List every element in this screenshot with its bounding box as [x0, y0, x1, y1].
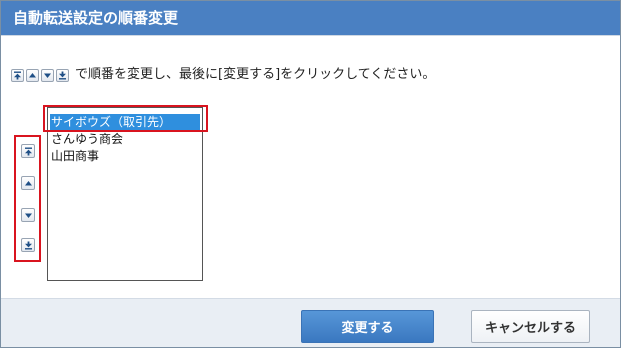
instruction-line: で順番を変更し、最後に[変更する]をクリックしてください。 [11, 66, 435, 84]
move-down-icon [41, 68, 54, 82]
move-to-bottom-icon [24, 241, 32, 249]
reorder-dialog: 自動転送設定の順番変更 で順番を変更し、最後に[変更する]をクリックしてください… [0, 0, 621, 348]
instruction-text: で順番を変更し、最後に[変更する]をクリックしてください。 [75, 67, 436, 82]
move-buttons-group [14, 135, 41, 262]
dialog-body: で順番を変更し、最後に[変更する]をクリックしてください。 サイボウズ（取引先）… [1, 35, 620, 298]
order-listbox[interactable]: サイボウズ（取引先） さんゆう商会 山田商事 [47, 107, 203, 281]
move-to-bottom-button[interactable] [21, 238, 35, 252]
move-down-button[interactable] [21, 208, 35, 222]
move-to-top-button[interactable] [21, 144, 35, 158]
move-to-top-icon [11, 68, 24, 82]
cancel-button[interactable]: キャンセルする [471, 310, 590, 343]
move-up-button[interactable] [21, 176, 35, 190]
move-down-icon [24, 213, 32, 218]
move-to-bottom-icon [56, 68, 69, 82]
move-to-top-icon [24, 147, 32, 155]
list-item[interactable]: さんゆう商会 [50, 131, 200, 147]
list-item[interactable]: 山田商事 [50, 148, 200, 164]
submit-change-button[interactable]: 変更する [301, 310, 434, 343]
list-item[interactable]: サイボウズ（取引先） [50, 114, 200, 130]
move-up-icon [24, 180, 32, 185]
move-up-icon [26, 68, 39, 82]
dialog-title: 自動転送設定の順番変更 [13, 9, 179, 27]
dialog-title-bar: 自動転送設定の順番変更 [1, 1, 620, 35]
dialog-footer: 変更する キャンセルする [1, 298, 620, 347]
